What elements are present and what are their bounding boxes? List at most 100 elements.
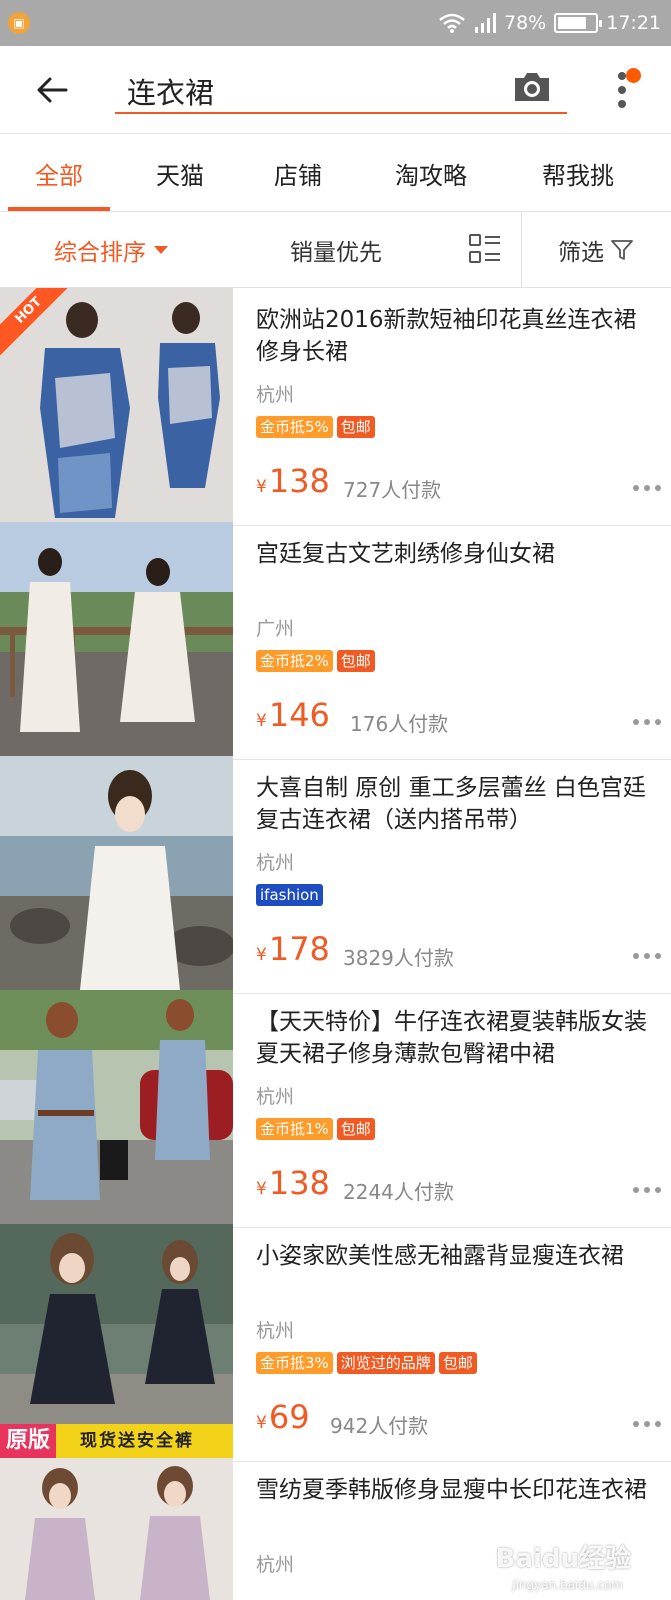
price-value: 146 [268, 696, 330, 734]
category-tabs: 全部 天猫 店铺 淘攻略 帮我挑 [0, 134, 671, 212]
sort-comprehensive[interactable]: 综合排序 [54, 212, 168, 288]
promo-banner: 原版 现货送安全裤 [0, 1424, 233, 1458]
sort-bar: 综合排序 销量优先 筛选 [0, 212, 671, 288]
caret-down-icon [154, 246, 168, 254]
viewed-brand-tag: 浏览过的品牌 [336, 1352, 435, 1374]
product-price: ¥ 138 [256, 1164, 330, 1202]
wifi-icon [439, 13, 465, 33]
sort-sales-label: 销量优先 [290, 240, 382, 266]
product-card[interactable]: 原版 现货送安全裤 小姿家欧美性感无袖露背显瘦连衣裙 杭州 金币抵3% 浏览过的… [0, 1224, 671, 1462]
product-tags: 金币抵1% 包邮 [256, 1118, 375, 1140]
sort-sales[interactable]: 销量优先 [290, 212, 382, 288]
search-input[interactable]: 连衣裙 [115, 64, 567, 114]
product-title[interactable]: 【天天特价】牛仔连衣裙夏装韩版女装夏天裙子修身薄款包臀裙中裙 [256, 1006, 656, 1070]
clock: 17:21 [606, 12, 661, 34]
price-value: 69 [268, 1398, 310, 1436]
currency-symbol: ¥ [256, 945, 267, 965]
sort-comprehensive-label: 综合排序 [54, 240, 146, 266]
original-version-tag: 原版 [0, 1424, 57, 1458]
more-horizontal-icon[interactable] [632, 952, 662, 960]
list-view-icon[interactable] [468, 232, 502, 266]
tab-all[interactable]: 全部 [8, 134, 110, 212]
product-card[interactable]: 宫廷复古文艺刺绣修身仙女裙 广州 金币抵2% 包邮 ¥ 146 176人付款 [0, 522, 671, 760]
more-horizontal-icon[interactable] [632, 484, 662, 492]
battery-fill [558, 17, 587, 29]
coin-discount-tag: 金币抵3% [256, 1352, 333, 1374]
product-image[interactable] [0, 990, 233, 1224]
tab-help-me-pick[interactable]: 帮我挑 [516, 134, 640, 212]
search-header: 连衣裙 [0, 46, 671, 134]
product-tags: ifashion [256, 884, 323, 906]
price-value: 138 [268, 1164, 330, 1202]
active-tab-indicator [8, 207, 110, 211]
product-city: 杭州 [256, 384, 295, 406]
currency-symbol: ¥ [256, 1179, 267, 1199]
product-title[interactable]: 大喜自制 原创 重工多层蕾丝 白色宫廷复古连衣裙（送内搭吊带） [256, 772, 656, 836]
product-price: ¥ 146 [256, 696, 330, 734]
currency-symbol: ¥ [256, 477, 267, 497]
coin-discount-tag: 金币抵2% [256, 650, 333, 672]
coin-discount-tag: 金币抵5% [256, 416, 333, 438]
product-city: 杭州 [256, 852, 295, 874]
watermark-url: jingyan.baidu.com [512, 1578, 623, 1592]
product-price: ¥ 178 [256, 930, 330, 968]
product-sales: 176人付款 [350, 712, 449, 736]
more-horizontal-icon[interactable] [632, 718, 662, 726]
product-title[interactable]: 雪纺夏季韩版修身显瘦中长印花连衣裙 [256, 1474, 656, 1506]
product-image[interactable]: 原版 现货送安全裤 [0, 1224, 233, 1458]
product-image[interactable]: HOT [0, 288, 233, 522]
battery-percent: 78% [504, 12, 547, 34]
product-tags: 金币抵2% 包邮 [256, 650, 375, 672]
product-card[interactable]: HOT 欧洲站2016新款短袖印花真丝连衣裙修身长裙 杭州 金币抵5% 包邮 ¥… [0, 288, 671, 526]
product-image[interactable] [0, 1458, 233, 1600]
app-notification-icon: ▣ [8, 12, 30, 34]
filter-funnel-icon [611, 240, 633, 260]
battery-icon [554, 13, 603, 33]
product-title[interactable]: 宫廷复古文艺刺绣修身仙女裙 [256, 538, 656, 570]
product-sales: 942人付款 [330, 1414, 429, 1438]
free-shipping-tag: 包邮 [438, 1352, 477, 1374]
signal-icon [475, 13, 496, 33]
free-shipping-tag: 包邮 [336, 1118, 375, 1140]
product-price: ¥ 69 [256, 1398, 310, 1436]
product-image[interactable] [0, 756, 233, 990]
coin-discount-tag: 金币抵1% [256, 1118, 333, 1140]
product-title[interactable]: 小姿家欧美性感无袖露背显瘦连衣裙 [256, 1240, 656, 1272]
price-value: 138 [268, 462, 330, 500]
more-horizontal-icon[interactable] [632, 1186, 662, 1194]
product-price: ¥ 138 [256, 462, 330, 500]
product-card[interactable]: 【天天特价】牛仔连衣裙夏装韩版女装夏天裙子修身薄款包臀裙中裙 杭州 金币抵1% … [0, 990, 671, 1228]
product-tags: 金币抵3% 浏览过的品牌 包邮 [256, 1352, 477, 1374]
product-city: 杭州 [256, 1086, 295, 1108]
product-sales: 727人付款 [343, 478, 442, 502]
promo-banner-text: 现货送安全裤 [80, 1431, 194, 1451]
product-card[interactable]: 大喜自制 原创 重工多层蕾丝 白色宫廷复古连衣裙（送内搭吊带） 杭州 ifash… [0, 756, 671, 994]
product-city: 杭州 [256, 1554, 295, 1576]
product-city: 广州 [256, 618, 295, 640]
free-shipping-tag: 包邮 [336, 416, 375, 438]
filter-label: 筛选 [558, 240, 604, 266]
product-sales: 3829人付款 [343, 946, 454, 970]
product-title[interactable]: 欧洲站2016新款短袖印花真丝连衣裙修身长裙 [256, 304, 656, 368]
product-image[interactable] [0, 522, 233, 756]
currency-symbol: ¥ [256, 1413, 267, 1433]
camera-icon[interactable] [511, 68, 553, 106]
back-arrow-icon[interactable] [30, 68, 74, 112]
notification-dot [626, 68, 641, 83]
price-value: 178 [268, 930, 330, 968]
sort-divider [521, 212, 522, 288]
tab-guides[interactable]: 淘攻略 [372, 134, 490, 212]
currency-symbol: ¥ [256, 711, 267, 731]
filter-button[interactable]: 筛选 [558, 212, 634, 288]
product-city: 杭州 [256, 1320, 295, 1342]
status-bar: ▣ 78% 17:21 [0, 0, 671, 46]
search-query: 连衣裙 [127, 76, 215, 110]
tab-shops[interactable]: 店铺 [248, 134, 348, 212]
tab-tmall[interactable]: 天猫 [130, 134, 230, 212]
ifashion-tag: ifashion [256, 884, 323, 906]
more-horizontal-icon[interactable] [632, 1420, 662, 1428]
product-sales: 2244人付款 [343, 1180, 454, 1204]
free-shipping-tag: 包邮 [336, 650, 375, 672]
watermark-logo: Baidu经验 [495, 1544, 631, 1574]
product-tags: 金币抵5% 包邮 [256, 416, 375, 438]
